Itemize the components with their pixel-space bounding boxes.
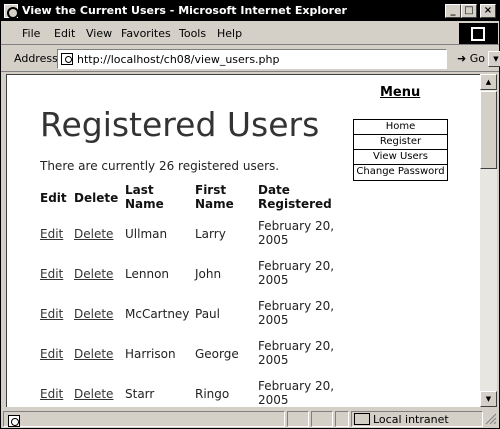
ie-app-icon[interactable] [4,4,19,19]
page-content: Registered Users There are currently 26 … [6,74,480,407]
menu-heading: Menu [380,85,421,100]
header-edit: Edit [40,191,67,205]
first-name-cell: Ringo [195,387,230,401]
menu-link-change-password[interactable]: Change Password [354,165,447,180]
table-row: Edit Delete Starr Ringo February 20, 200… [40,379,348,407]
address-bar: Address http://localhost/ch08/view_users… [1,46,500,72]
menu-tools[interactable]: Tools [179,27,206,40]
table-row: Edit Delete Harrison George February 20,… [40,339,348,379]
edit-link[interactable]: Edit [40,347,63,361]
delete-link[interactable]: Delete [74,267,113,281]
address-url[interactable]: http://localhost/ch08/view_users.php [77,53,280,66]
edit-link[interactable]: Edit [40,387,63,401]
edit-link[interactable]: Edit [40,267,63,281]
menu-edit[interactable]: Edit [54,27,75,40]
page-title: Registered Users [40,105,320,144]
menu-bar: File Edit View Favorites Tools Help [1,21,499,45]
users-table: Edit Delete Last Name First Name Date Re… [40,183,348,407]
table-row: Edit Delete McCartney Paul February 20, … [40,299,348,339]
window-title: View the Current Users - Microsoft Inter… [22,4,347,17]
security-zone-label: Local intranet [373,413,449,426]
page-icon [61,53,73,65]
table-row: Edit Delete Ullman Larry February 20, 20… [40,219,348,259]
title-bar: View the Current Users - Microsoft Inter… [1,1,499,21]
menu-help[interactable]: Help [217,27,242,40]
menu-view[interactable]: View [86,27,112,40]
side-menu: Home Register View Users Change Password [353,119,448,181]
header-first-name: First Name [195,183,234,211]
status-panel-blank-1 [287,411,309,427]
first-name-cell: John [195,267,222,281]
last-name-cell: McCartney [125,307,190,321]
header-date-registered: Date Registered [258,183,332,211]
header-last-name: Last Name [125,183,164,211]
last-name-cell: Harrison [125,347,176,361]
minimize-button[interactable]: _ [445,4,461,18]
header-delete: Delete [74,191,119,205]
menu-link-home[interactable]: Home [354,120,447,135]
edit-link[interactable]: Edit [40,227,63,241]
resize-grip-icon[interactable] [485,413,497,425]
windows-logo-icon [471,27,485,41]
last-name-cell: Ullman [125,227,168,241]
status-panel-blank-2 [311,411,333,427]
user-count-summary: There are currently 26 registered users. [40,159,280,173]
scroll-up-icon[interactable]: ▲ [480,74,497,90]
last-name-cell: Starr [125,387,155,401]
status-bar: Local intranet [1,409,499,428]
first-name-cell: Larry [195,227,226,241]
address-field[interactable]: http://localhost/ch08/view_users.php ▼ [57,49,500,69]
go-label: Go [469,52,485,65]
menu-favorites[interactable]: Favorites [121,27,171,40]
first-name-cell: Paul [195,307,220,321]
table-header-row: Edit Delete Last Name First Name Date Re… [40,183,348,219]
delete-link[interactable]: Delete [74,347,113,361]
delete-link[interactable]: Delete [74,307,113,321]
menu-link-view-users[interactable]: View Users [354,150,447,165]
table-row: Edit Delete Lennon John February 20, 200… [40,259,348,299]
date-cell: February 20, 2005 [258,219,335,247]
date-cell: February 20, 2005 [258,339,335,367]
browser-window: View the Current Users - Microsoft Inter… [0,0,500,429]
scroll-thumb[interactable] [480,91,497,169]
status-text-panel [3,411,285,427]
status-panel-blank-3 [335,411,349,427]
address-dropdown-icon[interactable]: ▼ [488,51,500,67]
ie-throbber [459,23,498,44]
scroll-down-icon[interactable]: ▼ [480,391,497,407]
date-cell: February 20, 2005 [258,299,335,327]
date-cell: February 20, 2005 [258,379,335,407]
go-button[interactable]: ➜ Go [457,52,485,65]
edit-link[interactable]: Edit [40,307,63,321]
delete-link[interactable]: Delete [74,387,113,401]
maximize-button[interactable]: □ [461,4,477,18]
go-arrow-icon: ➜ [457,52,467,65]
vertical-scrollbar[interactable]: ▲ ▼ [480,74,497,407]
first-name-cell: George [195,347,239,361]
menu-link-register[interactable]: Register [354,135,447,150]
date-cell: February 20, 2005 [258,259,335,287]
close-button[interactable]: × [480,4,496,18]
menu-file[interactable]: File [22,27,40,40]
intranet-zone-icon [354,413,370,425]
delete-link[interactable]: Delete [74,227,113,241]
last-name-cell: Lennon [125,267,170,281]
page-status-icon [8,415,20,427]
address-label: Address [14,52,58,65]
